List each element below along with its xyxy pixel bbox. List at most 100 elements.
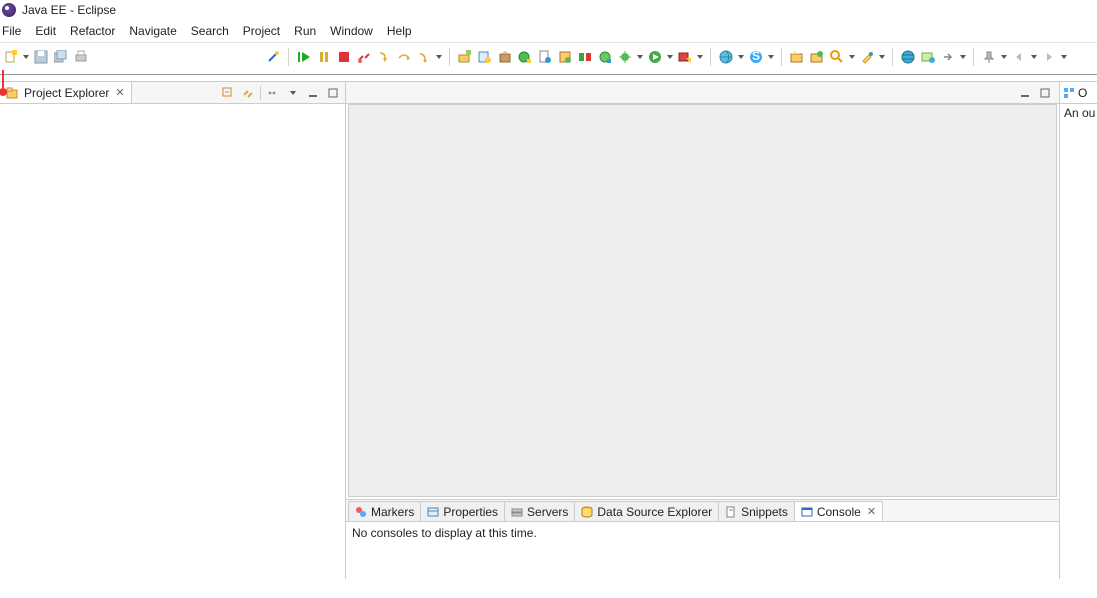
- tab-console[interactable]: Console ✕: [794, 501, 883, 521]
- menu-help[interactable]: Help: [387, 24, 412, 38]
- cursor-marker: [2, 70, 7, 96]
- run-launch-icon[interactable]: [646, 48, 664, 66]
- save-all-icon[interactable]: [52, 48, 70, 66]
- bottom-tabs: Markers Properties Servers Data Source E…: [346, 500, 1059, 522]
- tab-label: Console: [817, 505, 861, 519]
- pin-dropdown[interactable]: [1000, 48, 1008, 66]
- center-area: Markers Properties Servers Data Source E…: [346, 82, 1059, 579]
- editor-empty-area[interactable]: [348, 104, 1057, 497]
- annotation-icon[interactable]: [858, 48, 876, 66]
- link-editor-icon[interactable]: [240, 85, 256, 101]
- java-browse-icon[interactable]: [596, 48, 614, 66]
- close-icon[interactable]: ✕: [115, 86, 124, 99]
- arrow-dropdown[interactable]: [959, 48, 967, 66]
- skype-icon[interactable]: S: [747, 48, 765, 66]
- snippets-icon: [725, 506, 737, 518]
- tab-snippets[interactable]: Snippets: [718, 501, 795, 521]
- nav-fwd-dropdown[interactable]: [1060, 48, 1068, 66]
- project-explorer-tree[interactable]: [0, 104, 345, 579]
- tab-markers[interactable]: Markers: [348, 501, 421, 521]
- open-task-icon[interactable]: [808, 48, 826, 66]
- debug-pause-icon[interactable]: [315, 48, 333, 66]
- tab-label: Properties: [443, 505, 498, 519]
- wand-icon[interactable]: [264, 48, 282, 66]
- view-menu-dropdown[interactable]: [285, 85, 301, 101]
- separator: [710, 48, 711, 66]
- markers-icon: [355, 506, 367, 518]
- eclipse-icon: [2, 3, 16, 17]
- menu-project[interactable]: Project: [243, 24, 280, 38]
- nav-fwd-icon[interactable]: [1040, 48, 1058, 66]
- menu-file[interactable]: File: [2, 24, 21, 38]
- arrow-icon[interactable]: [939, 48, 957, 66]
- debug-dropdown[interactable]: [435, 48, 443, 66]
- junit-icon[interactable]: [576, 48, 594, 66]
- browser-icon[interactable]: [717, 48, 735, 66]
- debug-launch-dropdown[interactable]: [636, 48, 644, 66]
- menu-edit[interactable]: Edit: [35, 24, 56, 38]
- console-message: No consoles to display at this time.: [352, 526, 537, 540]
- debug-stepreturn-icon[interactable]: [415, 48, 433, 66]
- outline-view: O An ou: [1059, 82, 1097, 579]
- menu-search[interactable]: Search: [191, 24, 229, 38]
- print-icon[interactable]: [72, 48, 90, 66]
- editor-area: [346, 82, 1059, 499]
- debug-disconnect-icon[interactable]: [355, 48, 373, 66]
- menu-window[interactable]: Window: [330, 24, 373, 38]
- run-external-dropdown[interactable]: [696, 48, 704, 66]
- separator: [288, 48, 289, 66]
- annotation-dropdown[interactable]: [878, 48, 886, 66]
- outline-body-text: An ou: [1060, 104, 1097, 122]
- new-class-icon[interactable]: [516, 48, 534, 66]
- tab-label: Servers: [527, 505, 568, 519]
- debug-launch-icon[interactable]: [616, 48, 634, 66]
- skype-dropdown[interactable]: [767, 48, 775, 66]
- close-icon[interactable]: ✕: [867, 505, 876, 518]
- menu-navigate[interactable]: Navigate: [129, 24, 176, 38]
- run-launch-dropdown[interactable]: [666, 48, 674, 66]
- window-titlebar: Java EE - Eclipse: [0, 0, 1097, 20]
- menu-run[interactable]: Run: [294, 24, 316, 38]
- new-enum-icon[interactable]: [556, 48, 574, 66]
- browser-dropdown[interactable]: [737, 48, 745, 66]
- menu-bar: File Edit Refactor Navigate Search Proje…: [0, 20, 1097, 42]
- new-package-icon[interactable]: [496, 48, 514, 66]
- nav-back-dropdown[interactable]: [1030, 48, 1038, 66]
- tab-servers[interactable]: Servers: [504, 501, 575, 521]
- project-explorer-view: Project Explorer ✕: [0, 82, 346, 579]
- debug-stepover-icon[interactable]: [395, 48, 413, 66]
- minimize-icon[interactable]: [305, 85, 321, 101]
- debug-stepinto-icon[interactable]: [375, 48, 393, 66]
- svg-text:S: S: [752, 50, 760, 63]
- workbench: Project Explorer ✕: [0, 81, 1097, 579]
- debug-stop-icon[interactable]: [335, 48, 353, 66]
- new-server-icon[interactable]: [456, 48, 474, 66]
- new-jsp-icon[interactable]: [536, 48, 554, 66]
- view-menu-icon[interactable]: [265, 85, 281, 101]
- web-app-icon[interactable]: [919, 48, 937, 66]
- maximize-icon[interactable]: [325, 85, 341, 101]
- search-icon[interactable]: [828, 48, 846, 66]
- outline-tab[interactable]: O: [1060, 82, 1097, 104]
- menu-refactor[interactable]: Refactor: [70, 24, 115, 38]
- open-type-icon[interactable]: [788, 48, 806, 66]
- tab-datasource[interactable]: Data Source Explorer: [574, 501, 719, 521]
- search-dropdown[interactable]: [848, 48, 856, 66]
- new-wizard-dropdown[interactable]: [22, 48, 30, 66]
- project-explorer-tab[interactable]: Project Explorer ✕: [0, 82, 132, 103]
- pin-icon[interactable]: [980, 48, 998, 66]
- tab-properties[interactable]: Properties: [420, 501, 505, 521]
- nav-back-icon[interactable]: [1010, 48, 1028, 66]
- new-wizard-icon[interactable]: [2, 48, 20, 66]
- maximize-icon[interactable]: [1037, 85, 1053, 101]
- servers-icon: [511, 506, 523, 518]
- globe-icon[interactable]: [899, 48, 917, 66]
- run-external-icon[interactable]: [676, 48, 694, 66]
- debug-resume-icon[interactable]: [295, 48, 313, 66]
- separator: [449, 48, 450, 66]
- new-servlet-icon[interactable]: [476, 48, 494, 66]
- save-icon[interactable]: [32, 48, 50, 66]
- collapse-all-icon[interactable]: [220, 85, 236, 101]
- separator: [260, 86, 261, 100]
- minimize-icon[interactable]: [1017, 85, 1033, 101]
